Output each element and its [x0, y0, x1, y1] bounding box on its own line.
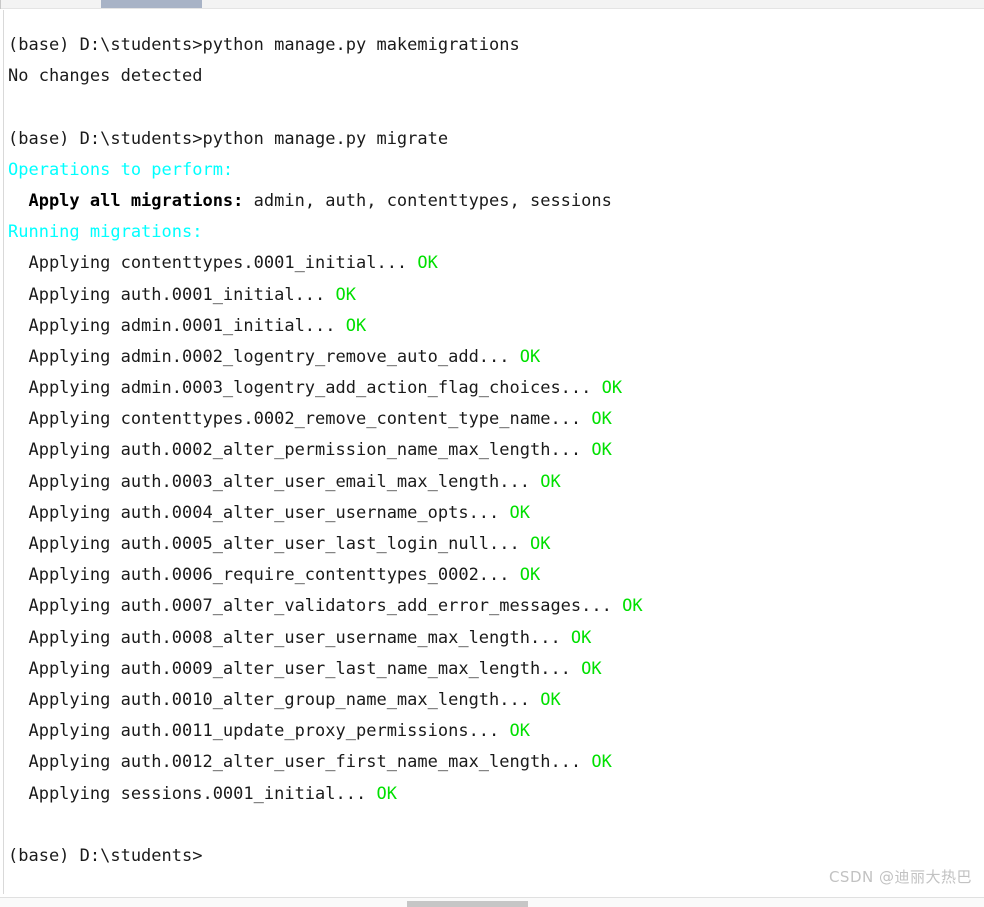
terminal-text-segment: OK: [417, 253, 438, 274]
terminal-line: Applying auth.0008_alter_user_username_m…: [8, 623, 978, 654]
terminal-text-segment: OK: [509, 502, 530, 523]
terminal-text-segment: OK: [540, 471, 561, 492]
terminal-line: Applying contenttypes.0001_initial... OK: [8, 248, 978, 279]
terminal-line: Applying auth.0011_update_proxy_permissi…: [8, 716, 978, 747]
terminal-line: Applying admin.0003_logentry_add_action_…: [8, 373, 978, 404]
terminal-text-segment: OK: [345, 315, 367, 336]
terminal-line: Running migrations:: [8, 217, 978, 248]
terminal-text-segment: OK: [591, 440, 612, 461]
terminal-text-segment: OK: [529, 534, 551, 554]
terminal-text-segment: Applying auth.0012_alter_user_first_name…: [8, 752, 592, 773]
terminal-text-segment: Applying sessions.0001_initial...: [8, 783, 377, 804]
terminal-text-segment: Running migrations:: [8, 222, 203, 243]
terminal-line: Applying auth.0004_alter_user_username_o…: [8, 498, 978, 529]
terminal-text-segment: Applying auth.0007_alter_validators_add_…: [8, 596, 623, 617]
terminal-line: Apply all migrations: admin, auth, conte…: [8, 186, 978, 217]
terminal-line: Applying auth.0003_alter_user_email_max_…: [8, 467, 978, 498]
terminal-text-segment: Applying contenttypes.0001_initial...: [8, 253, 418, 274]
terminal-line: Applying auth.0005_alter_user_last_login…: [8, 529, 978, 560]
terminal-text-segment: No changes detected: [8, 66, 203, 87]
terminal-text-segment: OK: [335, 284, 356, 305]
watermark-label: CSDN @迪丽大热巴: [828, 868, 972, 886]
terminal-text-segment: OK: [540, 689, 561, 710]
terminal-text-segment: Applying admin.0003_logentry_add_action_…: [8, 378, 602, 399]
terminal-text-segment: Applying auth.0009_alter_user_last_name_…: [8, 658, 582, 679]
terminal-line: Applying auth.0009_alter_user_last_name_…: [8, 654, 978, 685]
terminal-text-segment: OK: [519, 346, 541, 367]
terminal-text-segment: Applying auth.0004_alter_user_username_o…: [8, 502, 510, 523]
terminal-text-segment: Applying auth.0002_alter_permission_name…: [8, 440, 592, 461]
terminal-line: Applying admin.0002_logentry_remove_auto…: [8, 342, 978, 373]
terminal-text-segment: OK: [581, 658, 602, 679]
terminal-text-segment: Applying auth.0008_alter_user_username_m…: [8, 627, 571, 648]
terminal-text-segment: Applying auth.0010_alter_group_name_max_…: [8, 689, 541, 710]
terminal-line: Applying contenttypes.0002_remove_conten…: [8, 404, 978, 435]
terminal-text-segment: OK: [601, 378, 623, 399]
horizontal-scrollbar-thumb-bottom[interactable]: [407, 901, 528, 907]
horizontal-scrollbar-bottom[interactable]: [0, 897, 984, 907]
terminal-line: Applying auth.0006_require_contenttypes_…: [8, 560, 978, 591]
pane-left-border: [3, 10, 4, 894]
terminal-text-segment: Applying auth.0001_initial...: [8, 284, 336, 305]
terminal-text-segment: Applying admin.0001_initial...: [8, 315, 346, 336]
terminal-text-segment: Applying auth.0011_update_proxy_permissi…: [8, 721, 510, 742]
terminal-line: (base) D:\students>python manage.py migr…: [8, 124, 978, 155]
terminal-text-segment: OK: [591, 409, 612, 430]
terminal-line: Applying auth.0001_initial... OK: [8, 280, 978, 311]
terminal-text-segment: admin, auth, contenttypes, sessions: [243, 190, 612, 211]
terminal-line: Applying admin.0001_initial... OK: [8, 311, 978, 342]
terminal-text-segment: OK: [622, 596, 643, 617]
terminal-text-segment: (base) D:\students>python manage.py make…: [8, 35, 520, 55]
terminal-text-segment: Applying admin.0002_logentry_remove_auto…: [8, 346, 520, 367]
terminal-text-segment: OK: [570, 627, 592, 648]
terminal-output[interactable]: (base) D:\students>python manage.py make…: [8, 30, 978, 872]
terminal-line: Operations to perform:: [8, 155, 978, 186]
terminal-text-segment: Apply all migrations:: [8, 190, 244, 211]
terminal-text-segment: Applying auth.0003_alter_user_email_max_…: [8, 471, 541, 492]
terminal-text-segment: Operations to perform:: [8, 159, 234, 180]
terminal-line: Applying auth.0012_alter_user_first_name…: [8, 747, 978, 778]
terminal-text-segment: OK: [519, 565, 541, 586]
terminal-line: Applying auth.0002_alter_permission_name…: [8, 435, 978, 466]
horizontal-scrollbar-thumb-top[interactable]: [101, 0, 202, 8]
horizontal-scrollbar-top[interactable]: [0, 0, 984, 9]
terminal-line: Applying sessions.0001_initial... OK: [8, 779, 978, 810]
terminal-text-segment: OK: [509, 721, 530, 742]
terminal-line: Applying auth.0010_alter_group_name_max_…: [8, 685, 978, 716]
pane-edge-marker: [0, 0, 1, 9]
terminal-line: Applying auth.0007_alter_validators_add_…: [8, 591, 978, 622]
terminal-window: (base) D:\students>python manage.py make…: [0, 0, 984, 907]
terminal-text-segment: Applying auth.0005_alter_user_last_login…: [8, 534, 530, 554]
terminal-text-segment: OK: [591, 752, 612, 773]
terminal-text-segment: (base) D:\students>python manage.py migr…: [8, 128, 449, 149]
terminal-line: (base) D:\students>python manage.py make…: [8, 30, 978, 61]
terminal-line: No changes detected: [8, 61, 978, 92]
terminal-text-segment: Applying contenttypes.0002_remove_conten…: [8, 409, 592, 430]
terminal-text-segment: (base) D:\students>: [8, 845, 203, 866]
terminal-text-segment: Applying auth.0006_require_contenttypes_…: [8, 565, 520, 586]
terminal-text-segment: OK: [376, 783, 397, 804]
